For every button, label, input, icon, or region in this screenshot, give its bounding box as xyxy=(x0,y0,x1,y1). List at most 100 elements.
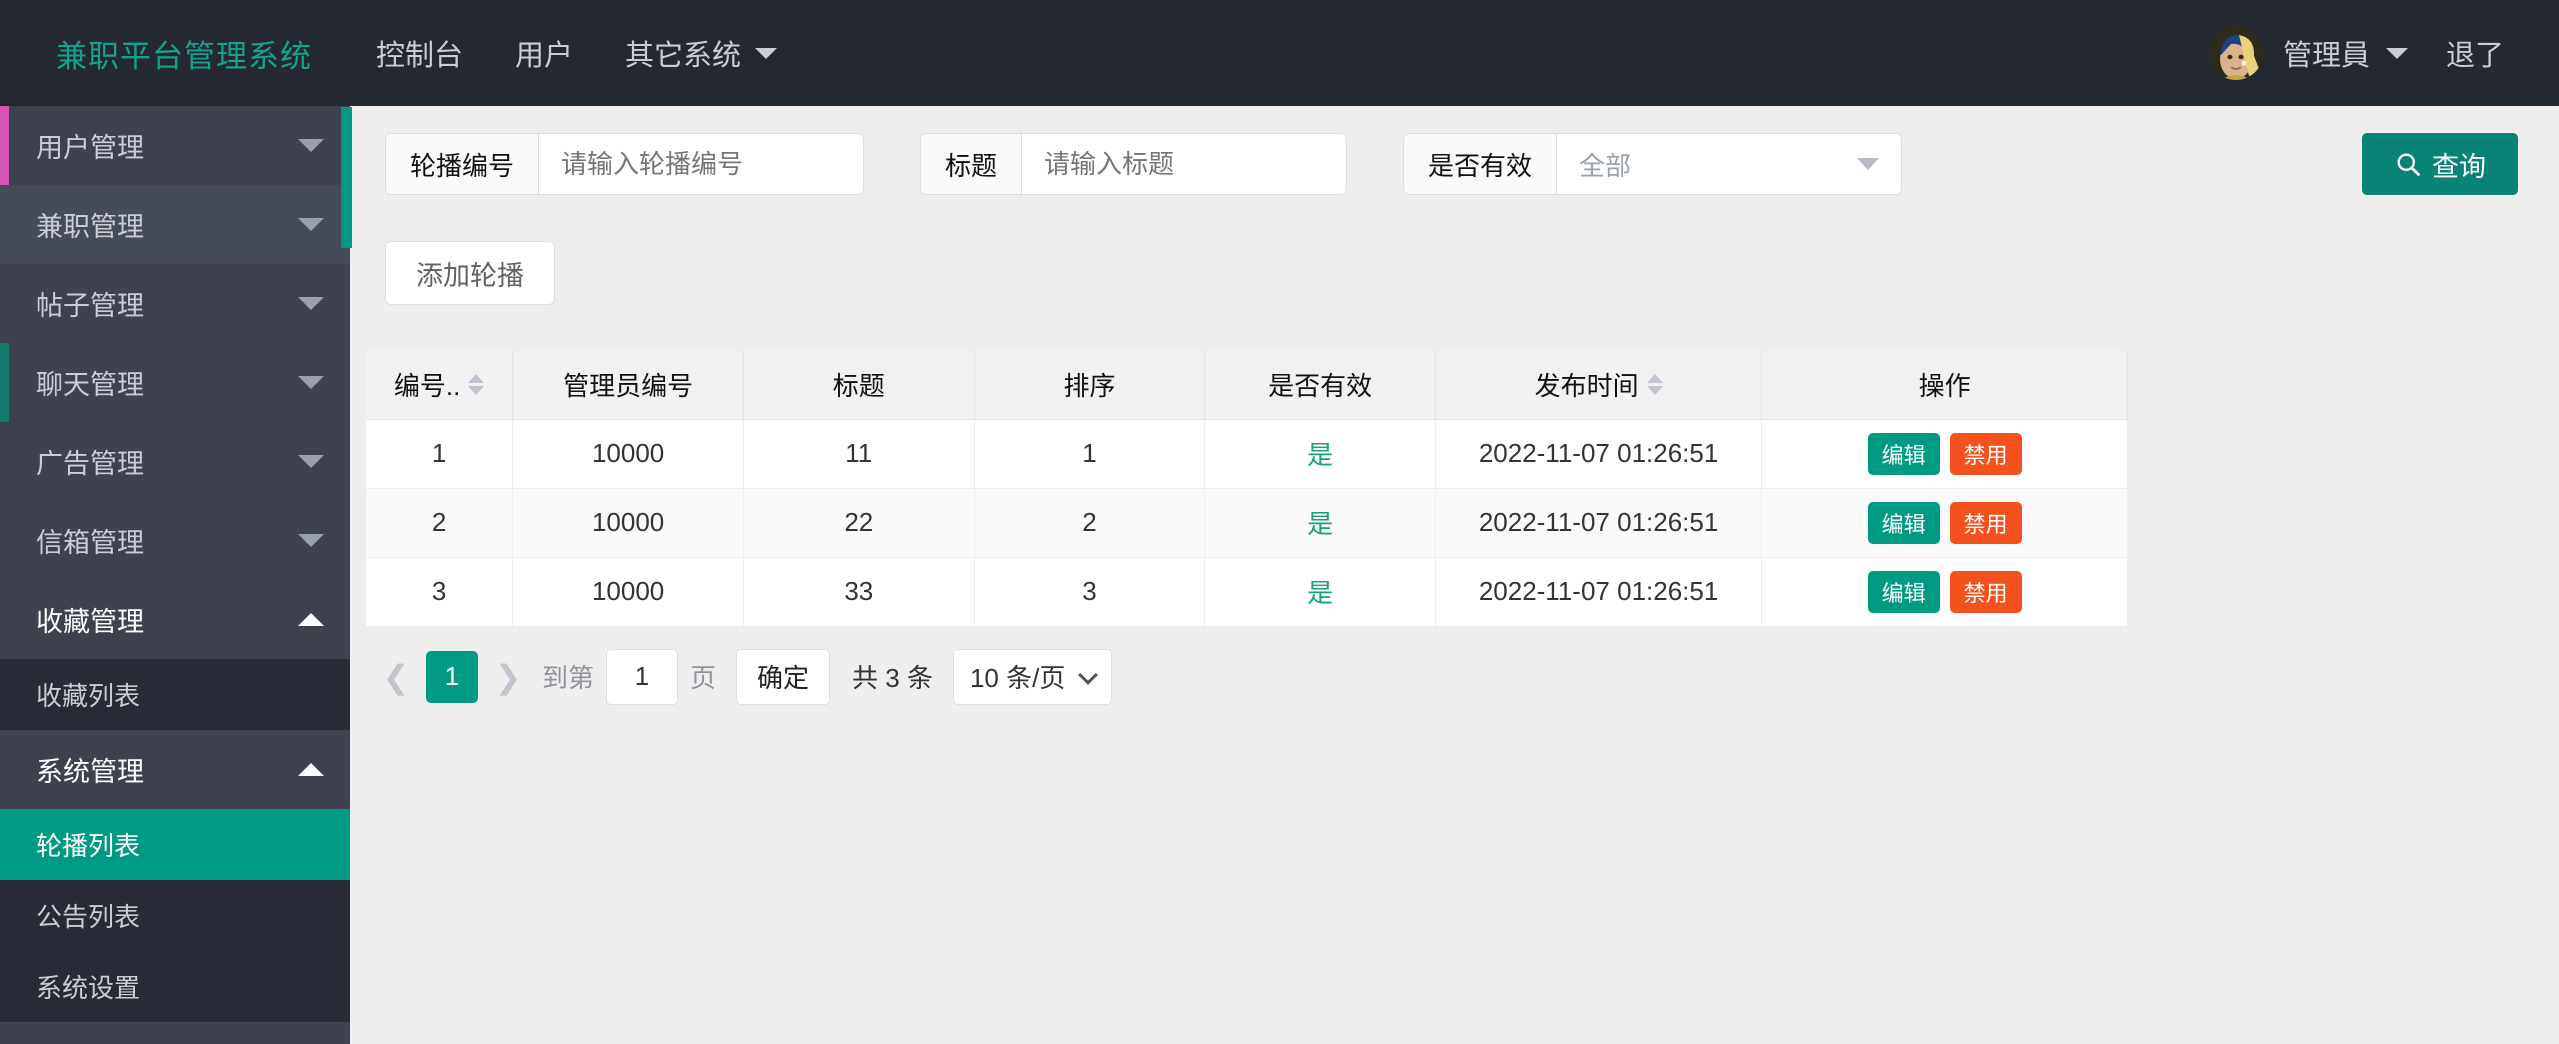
cell-title: 22 xyxy=(743,488,974,557)
column-header-operations: 操作 xyxy=(1762,350,2128,419)
sidebar-item-parttime-management-label: 兼职管理 xyxy=(36,205,298,244)
sidebar-item-mailbox-management[interactable]: 信箱管理 xyxy=(0,501,350,580)
column-header-publish-time[interactable]: 发布时间 xyxy=(1435,350,1761,419)
pagination-goto-input[interactable] xyxy=(606,649,678,705)
query-button-label: 查询 xyxy=(2432,145,2486,184)
cell-admin-id: 10000 xyxy=(513,488,744,557)
sidebar-marker-teal xyxy=(0,343,9,422)
chevron-up-icon xyxy=(298,763,324,776)
cell-operations: 编辑 禁用 xyxy=(1762,557,2128,626)
filter-carousel-id-label: 轮播编号 xyxy=(386,134,538,194)
sidebar-item-post-management[interactable]: 帖子管理 xyxy=(0,264,350,343)
chevron-down-icon xyxy=(298,455,324,468)
chevron-down-icon xyxy=(755,48,777,59)
sidebar-item-favorites-management[interactable]: 收藏管理 xyxy=(0,580,350,659)
column-header-id-label: 编号.. xyxy=(394,366,460,403)
sidebar-item-user-management[interactable]: 用户管理 xyxy=(0,106,350,185)
sidebar-subitem-system-settings[interactable]: 系统设置 xyxy=(0,951,350,1022)
disable-button[interactable]: 禁用 xyxy=(1950,571,2022,613)
edit-button[interactable]: 编辑 xyxy=(1868,433,1940,475)
pagination-page-size-select[interactable]: 10 条/页 xyxy=(953,649,1112,705)
cell-title: 11 xyxy=(743,419,974,488)
sidebar-subitem-favorites-list[interactable]: 收藏列表 xyxy=(0,659,350,730)
search-input-carousel-id[interactable] xyxy=(538,134,863,194)
pagination-next-button[interactable]: ❯ xyxy=(486,651,530,703)
sort-toggle-icon[interactable] xyxy=(1647,374,1663,395)
edit-button[interactable]: 编辑 xyxy=(1868,571,1940,613)
cell-id: 1 xyxy=(366,419,513,488)
top-nav-links: 控制台 用户 其它系统 xyxy=(350,0,803,106)
column-header-valid: 是否有效 xyxy=(1205,350,1436,419)
disable-button[interactable]: 禁用 xyxy=(1950,433,2022,475)
sidebar-active-group-indicator xyxy=(341,107,352,248)
cell-publish-time: 2022-11-07 01:26:51 xyxy=(1435,419,1761,488)
sidebar-subitem-announcement-list[interactable]: 公告列表 xyxy=(0,880,350,951)
filter-title-label: 标题 xyxy=(921,134,1021,194)
pagination-goto-suffix: 页 xyxy=(690,658,716,695)
sidebar-item-system-management-label: 系统管理 xyxy=(36,750,298,789)
chevron-down-icon xyxy=(298,218,324,231)
pagination-goto-prefix: 到第 xyxy=(542,658,594,695)
chevron-down-icon[interactable] xyxy=(2386,48,2408,59)
chevron-up-icon xyxy=(298,613,324,626)
sidebar-subitem-favorites-list-label: 收藏列表 xyxy=(36,676,140,713)
sidebar-item-chat-management-label: 聊天管理 xyxy=(36,363,298,402)
sidebar-item-system-management[interactable]: 系统管理 xyxy=(0,730,350,809)
nav-link-users[interactable]: 用户 xyxy=(489,0,599,106)
main-content: 轮播编号 标题 是否有效 全部 查询 添加轮播 xyxy=(350,106,2559,1044)
cell-publish-time: 2022-11-07 01:26:51 xyxy=(1435,557,1761,626)
search-filter-bar: 轮播编号 标题 是否有效 全部 查询 xyxy=(350,106,2559,195)
search-input-title[interactable] xyxy=(1021,134,1346,194)
cell-sort: 2 xyxy=(974,488,1205,557)
valid-select[interactable]: 全部 xyxy=(1556,134,1901,194)
sidebar-subitem-carousel-list-label: 轮播列表 xyxy=(36,826,140,863)
sidebar-item-chat-management[interactable]: 聊天管理 xyxy=(0,343,350,422)
cell-title: 33 xyxy=(743,557,974,626)
column-header-valid-label: 是否有效 xyxy=(1268,366,1372,403)
valid-select-value: 全部 xyxy=(1557,146,1631,183)
sidebar-item-user-management-label: 用户管理 xyxy=(36,126,298,165)
cell-admin-id: 10000 xyxy=(513,419,744,488)
nav-link-console[interactable]: 控制台 xyxy=(350,0,489,106)
add-carousel-button[interactable]: 添加轮播 xyxy=(385,241,555,305)
query-button[interactable]: 查询 xyxy=(2362,133,2518,195)
sidebar-item-mailbox-management-label: 信箱管理 xyxy=(36,521,298,560)
table-row[interactable]: 2 10000 22 2 是 2022-11-07 01:26:51 编辑 禁用 xyxy=(366,488,2128,557)
column-header-sort: 排序 xyxy=(974,350,1205,419)
nav-link-console-label: 控制台 xyxy=(376,32,463,74)
table-header: 编号.. 管理员编号 标题 排序 xyxy=(366,350,2128,419)
column-header-id[interactable]: 编号.. xyxy=(366,350,513,419)
pagination-confirm-button[interactable]: 确定 xyxy=(736,649,830,705)
nav-link-other-systems[interactable]: 其它系统 xyxy=(599,0,803,106)
chevron-down-icon xyxy=(298,297,324,310)
cell-id: 2 xyxy=(366,488,513,557)
table-row[interactable]: 3 10000 33 3 是 2022-11-07 01:26:51 编辑 禁用 xyxy=(366,557,2128,626)
sidebar-subitem-announcement-list-label: 公告列表 xyxy=(36,897,140,934)
user-name-label[interactable]: 管理員 xyxy=(2283,32,2370,74)
avatar[interactable] xyxy=(2209,26,2263,80)
table-row[interactable]: 1 10000 11 1 是 2022-11-07 01:26:51 编辑 禁用 xyxy=(366,419,2128,488)
sort-toggle-icon[interactable] xyxy=(468,374,484,395)
column-header-operations-label: 操作 xyxy=(1919,366,1971,403)
logout-button[interactable]: 退了 xyxy=(2446,32,2504,74)
pagination-page-1[interactable]: 1 xyxy=(426,651,478,703)
nav-link-other-systems-label: 其它系统 xyxy=(625,32,741,74)
table-header-row: 编号.. 管理员编号 标题 排序 xyxy=(366,350,2128,419)
cell-valid: 是 xyxy=(1205,488,1436,557)
sidebar-item-parttime-management[interactable]: 兼职管理 xyxy=(0,185,350,264)
sidebar-subitem-carousel-list[interactable]: 轮播列表 xyxy=(0,809,350,880)
filter-valid: 是否有效 全部 xyxy=(1403,133,1902,195)
sidebar: 用户管理 兼职管理 帖子管理 聊天管理 广告管理 信箱管理 收藏管理 收藏列表 … xyxy=(0,106,350,1044)
chevron-down-icon xyxy=(1078,665,1098,685)
cell-publish-time: 2022-11-07 01:26:51 xyxy=(1435,488,1761,557)
disable-button[interactable]: 禁用 xyxy=(1950,502,2022,544)
cell-sort: 1 xyxy=(974,419,1205,488)
edit-button[interactable]: 编辑 xyxy=(1868,502,1940,544)
pagination-prev-button[interactable]: ❮ xyxy=(374,651,418,703)
filter-title: 标题 xyxy=(920,133,1347,195)
column-header-publish-time-label: 发布时间 xyxy=(1535,366,1639,403)
sidebar-item-ad-management[interactable]: 广告管理 xyxy=(0,422,350,501)
sidebar-subitem-system-settings-label: 系统设置 xyxy=(36,968,140,1005)
column-header-sort-label: 排序 xyxy=(1063,366,1115,403)
nav-link-users-label: 用户 xyxy=(515,32,573,74)
